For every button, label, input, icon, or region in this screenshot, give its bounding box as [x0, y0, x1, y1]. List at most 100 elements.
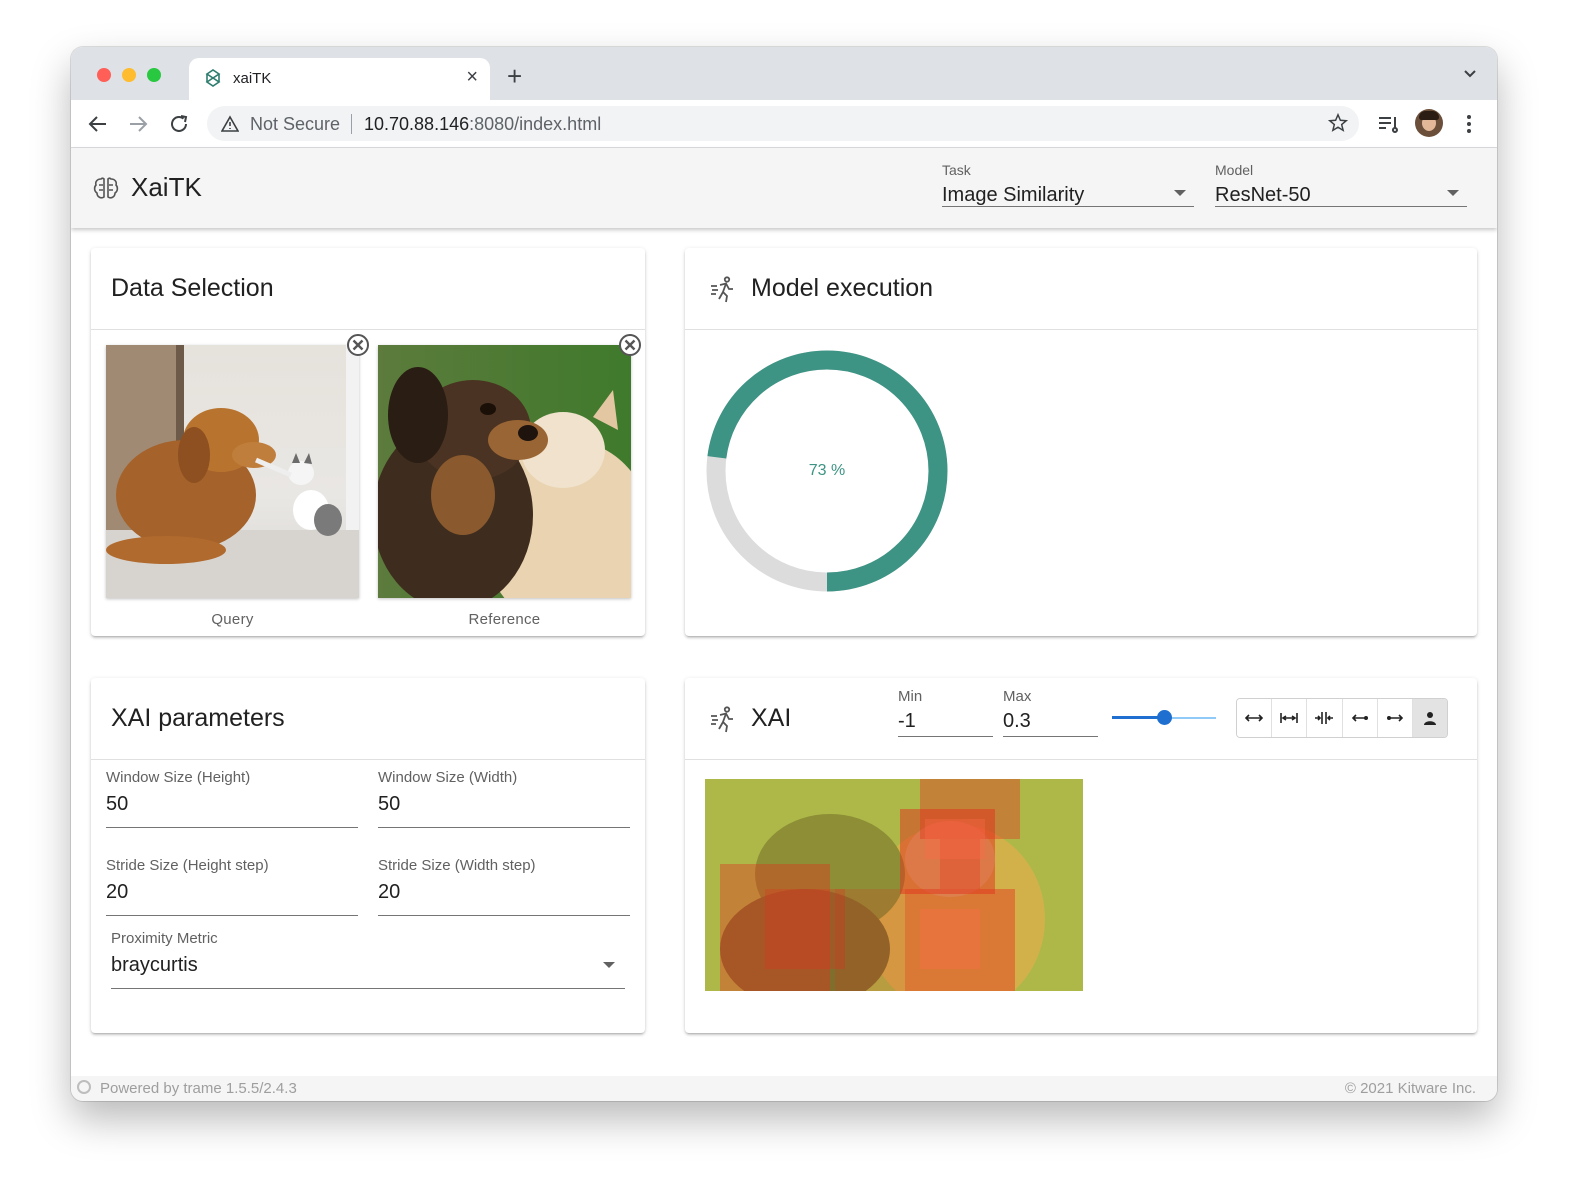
xaitk-favicon-icon [205, 69, 221, 87]
compress-button[interactable] [1307, 699, 1343, 737]
run-person-icon [711, 706, 733, 733]
app-bar: XaiTK Task Image Similarity Model ResNet… [71, 148, 1497, 228]
expand-horizontal-icon [1244, 714, 1264, 722]
avatar-hair [1419, 111, 1439, 120]
max-field[interactable]: Max 0.3 [1003, 688, 1098, 737]
model-execution-title: Model execution [751, 274, 934, 302]
address-separator [351, 114, 352, 134]
app-title: XaiTK [131, 172, 202, 202]
stride-height-value: 20 [106, 881, 129, 903]
reference-image[interactable] [378, 345, 631, 598]
person-button[interactable] [1412, 699, 1447, 737]
query-image-graphic [106, 345, 359, 598]
remove-query-image-icon[interactable] [346, 333, 370, 357]
compress-icon [1315, 712, 1334, 724]
task-select[interactable]: Task Image Similarity [942, 156, 1194, 207]
expand-horizontal-button[interactable] [1237, 699, 1273, 737]
stride-height-label: Stride Size (Height step) [106, 857, 269, 874]
browser-titlebar: xaiTK × + [71, 47, 1497, 100]
window-height-label: Window Size (Height) [106, 769, 251, 786]
tab-title: xaiTK [233, 70, 272, 87]
bookmark-star-icon[interactable] [1327, 112, 1349, 134]
reading-list-icon[interactable] [1376, 112, 1400, 136]
tab-close-icon[interactable]: × [466, 66, 478, 89]
powered-by-text[interactable]: Powered by trame 1.5.5/2.4.3 [100, 1080, 297, 1097]
window-width-value: 50 [378, 793, 401, 815]
min-label: Min [898, 688, 923, 705]
run-person-icon [711, 276, 733, 303]
min-field[interactable]: Min -1 [898, 688, 993, 737]
max-label: Max [1003, 688, 1032, 705]
window-height-value: 50 [106, 793, 129, 815]
remove-reference-image-icon[interactable] [618, 333, 642, 357]
min-value: -1 [898, 710, 916, 732]
brain-icon [93, 177, 119, 199]
address-bar[interactable]: Not Secure 10.70.88.146:8080/index.html [207, 106, 1359, 141]
reload-icon[interactable] [167, 112, 191, 136]
arrow-left-right-icon [1351, 714, 1368, 722]
model-execution-header: Model execution [685, 248, 1477, 330]
query-image[interactable] [106, 345, 359, 598]
app-footer: Powered by trame 1.5.5/2.4.3 © 2021 Kitw… [71, 1076, 1497, 1101]
xai-header: XAI Min -1 Max 0.3 [685, 678, 1477, 760]
model-select-value: ResNet-50 [1215, 184, 1311, 206]
copyright-text: © 2021 Kitware Inc. [1344, 1080, 1476, 1097]
proximity-metric-value: braycurtis [111, 954, 198, 976]
arrow-both-button[interactable] [1377, 699, 1413, 737]
tab-search-chevron-icon[interactable] [1463, 67, 1477, 81]
window-height-field[interactable]: Window Size (Height) 50 [106, 761, 358, 828]
xai-parameters-card: XAI parameters Window Size (Height) 50 W… [91, 678, 645, 1033]
heatmap-range-slider[interactable] [1112, 710, 1216, 725]
minimize-window-button[interactable] [122, 68, 136, 82]
window-width-label: Window Size (Width) [378, 769, 518, 786]
window-width-field[interactable]: Window Size (Width) 50 [378, 761, 630, 828]
url-path: :8080/index.html [469, 114, 602, 134]
stride-height-field[interactable]: Stride Size (Height step) 20 [106, 849, 358, 916]
back-arrow-icon[interactable] [86, 112, 110, 136]
proximity-dropdown-caret-icon [603, 962, 615, 968]
xai-parameters-title: XAI parameters [111, 704, 285, 732]
data-selection-title: Data Selection [111, 274, 274, 302]
profile-avatar[interactable] [1415, 109, 1443, 137]
new-tab-button[interactable]: + [507, 63, 522, 89]
security-status-label[interactable]: Not Secure [250, 114, 340, 135]
xai-card: XAI Min -1 Max 0.3 [685, 678, 1477, 1033]
model-dropdown-caret-icon [1447, 190, 1459, 196]
stride-width-field[interactable]: Stride Size (Width step) 20 [378, 849, 630, 916]
progress-circular: 73 % [706, 350, 948, 592]
forward-arrow-icon[interactable] [126, 112, 150, 136]
stride-width-value: 20 [378, 881, 401, 903]
stride-width-label: Stride Size (Width step) [378, 857, 536, 874]
fit-width-icon [1280, 713, 1299, 723]
model-select[interactable]: Model ResNet-50 [1215, 156, 1467, 207]
proximity-metric-select[interactable]: Proximity Metric braycurtis [111, 922, 625, 989]
fit-width-button[interactable] [1272, 699, 1308, 737]
model-execution-card: Model execution 73 % [685, 248, 1477, 636]
saliency-heatmap [705, 779, 1083, 991]
xai-parameters-header: XAI parameters [91, 678, 645, 760]
url-host: 10.70.88.146 [364, 114, 470, 134]
browser-toolbar: Not Secure 10.70.88.146:8080/index.html [71, 100, 1497, 148]
main-content: Data Selection Query Reference Model exe… [71, 228, 1497, 1076]
browser-window: xaiTK × + Not Secure 10.70.88.146:8080/i… [71, 47, 1497, 1101]
arrow-both-icon [1386, 714, 1403, 722]
query-image-caption: Query [211, 611, 254, 628]
task-select-value: Image Similarity [942, 184, 1085, 206]
reference-image-graphic [378, 345, 631, 598]
close-window-button[interactable] [97, 68, 111, 82]
slider-thumb[interactable] [1157, 710, 1172, 725]
arrow-left-right-button[interactable] [1342, 699, 1378, 737]
data-selection-header: Data Selection [91, 248, 645, 330]
proximity-metric-label: Proximity Metric [111, 930, 218, 947]
more-menu-icon[interactable] [1457, 112, 1481, 136]
reference-image-caption: Reference [468, 611, 541, 628]
task-select-label: Task [942, 162, 971, 178]
saliency-heatmap-graphic [705, 779, 1083, 991]
progress-percent-label: 73 % [808, 462, 846, 479]
url-text[interactable]: 10.70.88.146:8080/index.html [364, 114, 601, 135]
maximize-window-button[interactable] [147, 68, 161, 82]
warning-triangle-icon [221, 115, 239, 132]
browser-tab-active[interactable]: xaiTK × [189, 58, 490, 100]
model-select-label: Model [1215, 162, 1254, 178]
data-selection-card: Data Selection Query Reference [91, 248, 645, 636]
